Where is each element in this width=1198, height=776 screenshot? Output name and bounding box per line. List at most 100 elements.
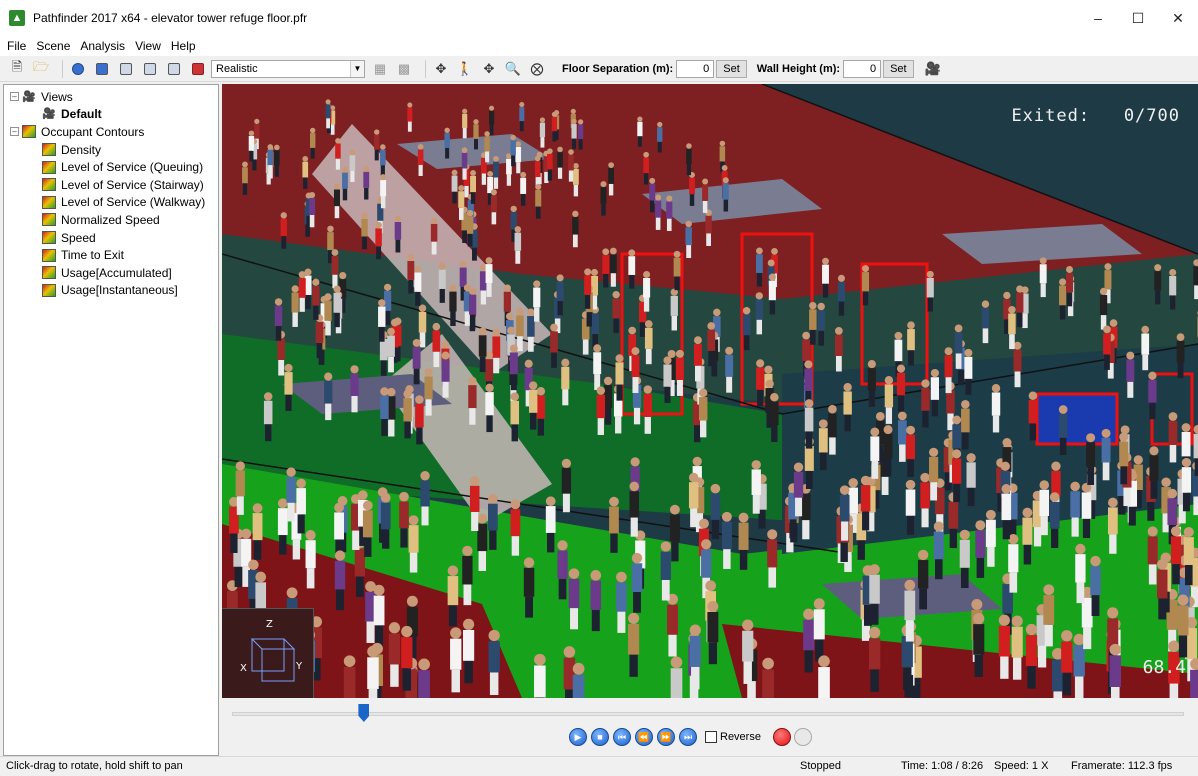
contour-icon [42, 231, 56, 245]
record-button[interactable] [772, 728, 791, 746]
camera-icon: 🎥 [22, 90, 36, 103]
status-time: Time: 1:08 / 8:26 [901, 760, 984, 772]
paste-icon[interactable] [141, 60, 159, 78]
wireframe-icon[interactable]: ▦ [371, 60, 389, 78]
tree-contour-item[interactable]: Density [4, 141, 218, 159]
occupant-figure [534, 653, 546, 698]
zoom-icon[interactable]: 🔍 [504, 60, 522, 78]
play-button[interactable]: ▶ [569, 728, 587, 746]
tree-contour-item[interactable]: Normalized Speed [4, 211, 218, 229]
axis-gizmo: Z X Y [222, 608, 314, 698]
tree-contour-item[interactable]: Level of Service (Queuing) [4, 158, 218, 176]
record-stop-button[interactable] [793, 728, 812, 746]
occupant-figure [418, 658, 430, 698]
tree-occupant-contours-node[interactable]: – Occupant Contours [4, 123, 218, 141]
floor-separation-set-button[interactable]: Set [716, 59, 747, 78]
render-icon [189, 60, 207, 78]
contour-icon [42, 178, 56, 192]
collapse-icon[interactable]: – [10, 127, 19, 137]
menu-help[interactable]: Help [166, 39, 201, 53]
solid-icon[interactable]: ▩ [395, 60, 413, 78]
copy-icon[interactable] [117, 60, 135, 78]
new-file-icon[interactable]: 🗎 [8, 59, 26, 78]
menu-scene[interactable]: Scene [31, 39, 75, 53]
view-icon[interactable] [93, 60, 111, 78]
window-controls: – ☐ ✕ [1078, 0, 1198, 36]
tree-contour-item[interactable]: Level of Service (Stairway) [4, 176, 218, 194]
walk-icon[interactable]: 🚶 [456, 60, 474, 78]
step-forward-button[interactable]: ⏩ [657, 728, 675, 746]
tree-contour-item[interactable]: Usage[Accumulated] [4, 264, 218, 282]
menu-file[interactable]: File [2, 39, 31, 53]
timeline-thumb[interactable] [358, 704, 370, 722]
occupant-figure [1190, 658, 1198, 698]
collapse-icon[interactable]: – [10, 92, 19, 102]
tree-default-view[interactable]: 🎥 Default [4, 106, 218, 124]
toolbar-separator [62, 59, 63, 78]
tree-contour-item[interactable]: Level of Service (Walkway) [4, 194, 218, 212]
axis-gizmo-drawing: Z X Y [240, 619, 303, 682]
contour-list: Density Level of Service (Queuing) Level o… [4, 141, 218, 299]
occupant-figure [818, 655, 830, 698]
contour-icon [42, 160, 56, 174]
skip-to-start-button[interactable]: ⏮ [613, 728, 631, 746]
occupant-figure [1109, 643, 1122, 698]
wall-height-input[interactable]: 0 [843, 59, 882, 78]
skip-to-end-button[interactable]: ⏭ [679, 728, 697, 746]
wall-height-label: Wall Height (m): [756, 62, 841, 75]
status-state: Stopped [800, 760, 841, 772]
step-back-button[interactable]: ⏪ [635, 728, 653, 746]
contour-icon [42, 195, 56, 209]
floor-separation-input[interactable]: 0 [676, 59, 715, 78]
pan-icon[interactable]: ✥ [480, 60, 498, 78]
minimize-button[interactable]: – [1078, 0, 1118, 36]
tree-contour-item[interactable]: Usage[Instantaneous] [4, 282, 218, 300]
status-bar: Click-drag to rotate, hold shift to pan … [0, 756, 1198, 776]
contour-icon [42, 143, 56, 157]
axis-y-label: Y [295, 661, 303, 672]
select-icon[interactable] [69, 60, 87, 78]
tree-contour-item[interactable]: Speed [4, 229, 218, 247]
reverse-checkbox[interactable] [705, 731, 717, 743]
floor-separation-label: Floor Separation (m): [562, 62, 674, 75]
tree-contour-label: Usage[Instantaneous] [61, 283, 178, 298]
wall-height-set-button[interactable]: Set [883, 59, 914, 78]
timeline-track[interactable] [232, 712, 1184, 716]
camera-icon: 🎥 [42, 108, 56, 121]
contour-icon [42, 266, 56, 280]
axis-x-label: X [240, 663, 247, 674]
maximize-button[interactable]: ☐ [1118, 0, 1158, 36]
frame-readout: 68.4 [1142, 657, 1186, 678]
duplicate-icon[interactable] [165, 60, 183, 78]
tree-views-label: Views [41, 89, 73, 104]
reverse-label: Reverse [720, 731, 761, 743]
exited-label: Exited: [1011, 106, 1091, 126]
menu-analysis[interactable]: Analysis [75, 39, 130, 53]
3d-viewport[interactable]: Exited: 0/700 68.4 Z X Y [222, 84, 1198, 698]
toolbar-separator [425, 59, 426, 78]
title-bar: ▲ Pathfinder 2017 x64 - elevator tower r… [0, 0, 1198, 36]
stop-button[interactable]: ■ [591, 728, 609, 746]
render-mode-select[interactable]: Realistic ▼ [211, 59, 365, 78]
tree-contour-label: Level of Service (Queuing) [61, 160, 204, 175]
scene-render [222, 84, 1198, 698]
axis-z-label: Z [266, 619, 273, 630]
camera-icon[interactable]: 🎥 [924, 60, 942, 78]
pathfinder-window: ▲ Pathfinder 2017 x64 - elevator tower r… [0, 0, 1198, 776]
occupant-figure [762, 657, 774, 698]
close-button[interactable]: ✕ [1158, 0, 1198, 36]
tree-contour-label: Time to Exit [61, 248, 124, 263]
contour-icon [22, 125, 36, 139]
chevron-down-icon: ▼ [350, 60, 364, 77]
tree-contour-label: Speed [61, 230, 96, 245]
tree-contour-item[interactable]: Time to Exit [4, 246, 218, 264]
zoom-extents-icon[interactable]: ⨂ [528, 60, 546, 78]
pathfinder-app-icon: ▲ [9, 10, 25, 26]
occupant-figure [572, 662, 585, 698]
render-mode-value: Realistic [216, 62, 258, 75]
tree-views-node[interactable]: – 🎥 Views [4, 88, 218, 106]
menu-view[interactable]: View [130, 39, 166, 53]
open-folder-icon[interactable]: 🗁 [32, 59, 50, 78]
occupant-figure [343, 655, 356, 698]
orbit-icon[interactable]: ✥ [432, 60, 450, 78]
